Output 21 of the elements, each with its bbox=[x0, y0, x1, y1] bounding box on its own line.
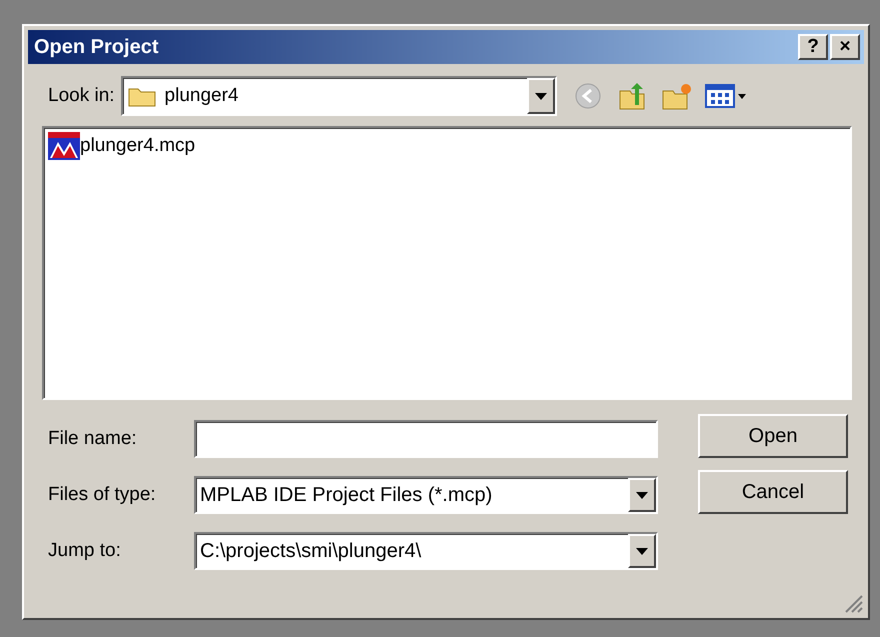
field-label: Jump to: bbox=[48, 538, 122, 563]
file-name-field[interactable] bbox=[194, 420, 658, 458]
up-folder-icon[interactable] bbox=[616, 81, 647, 111]
look-in-label: Look in: bbox=[48, 84, 115, 108]
window-title: Open Project bbox=[34, 35, 160, 60]
caret-icon bbox=[636, 548, 648, 554]
dropdown-field[interactable]: MPLAB IDE Project Files (*.mcp) bbox=[194, 476, 658, 514]
help-button[interactable]: ? bbox=[798, 34, 828, 60]
file-icon bbox=[48, 132, 80, 160]
new-folder-icon[interactable] bbox=[660, 81, 693, 111]
open-button[interactable]: Open bbox=[698, 414, 848, 458]
close-button[interactable]: × bbox=[830, 34, 860, 60]
view-menu-icon[interactable] bbox=[704, 83, 747, 109]
caret-icon bbox=[636, 492, 648, 498]
file-item[interactable]: plunger4.mcp bbox=[80, 132, 196, 160]
look-in-dropdown[interactable]: plunger4 bbox=[120, 76, 557, 116]
field-label: Files of type: bbox=[48, 482, 157, 507]
caret-icon bbox=[534, 92, 547, 100]
cancel-button[interactable]: Cancel bbox=[698, 470, 848, 514]
field-label: File name: bbox=[48, 426, 138, 451]
dropdown-field[interactable]: C:\projects\smi\plunger4\ bbox=[194, 532, 658, 570]
